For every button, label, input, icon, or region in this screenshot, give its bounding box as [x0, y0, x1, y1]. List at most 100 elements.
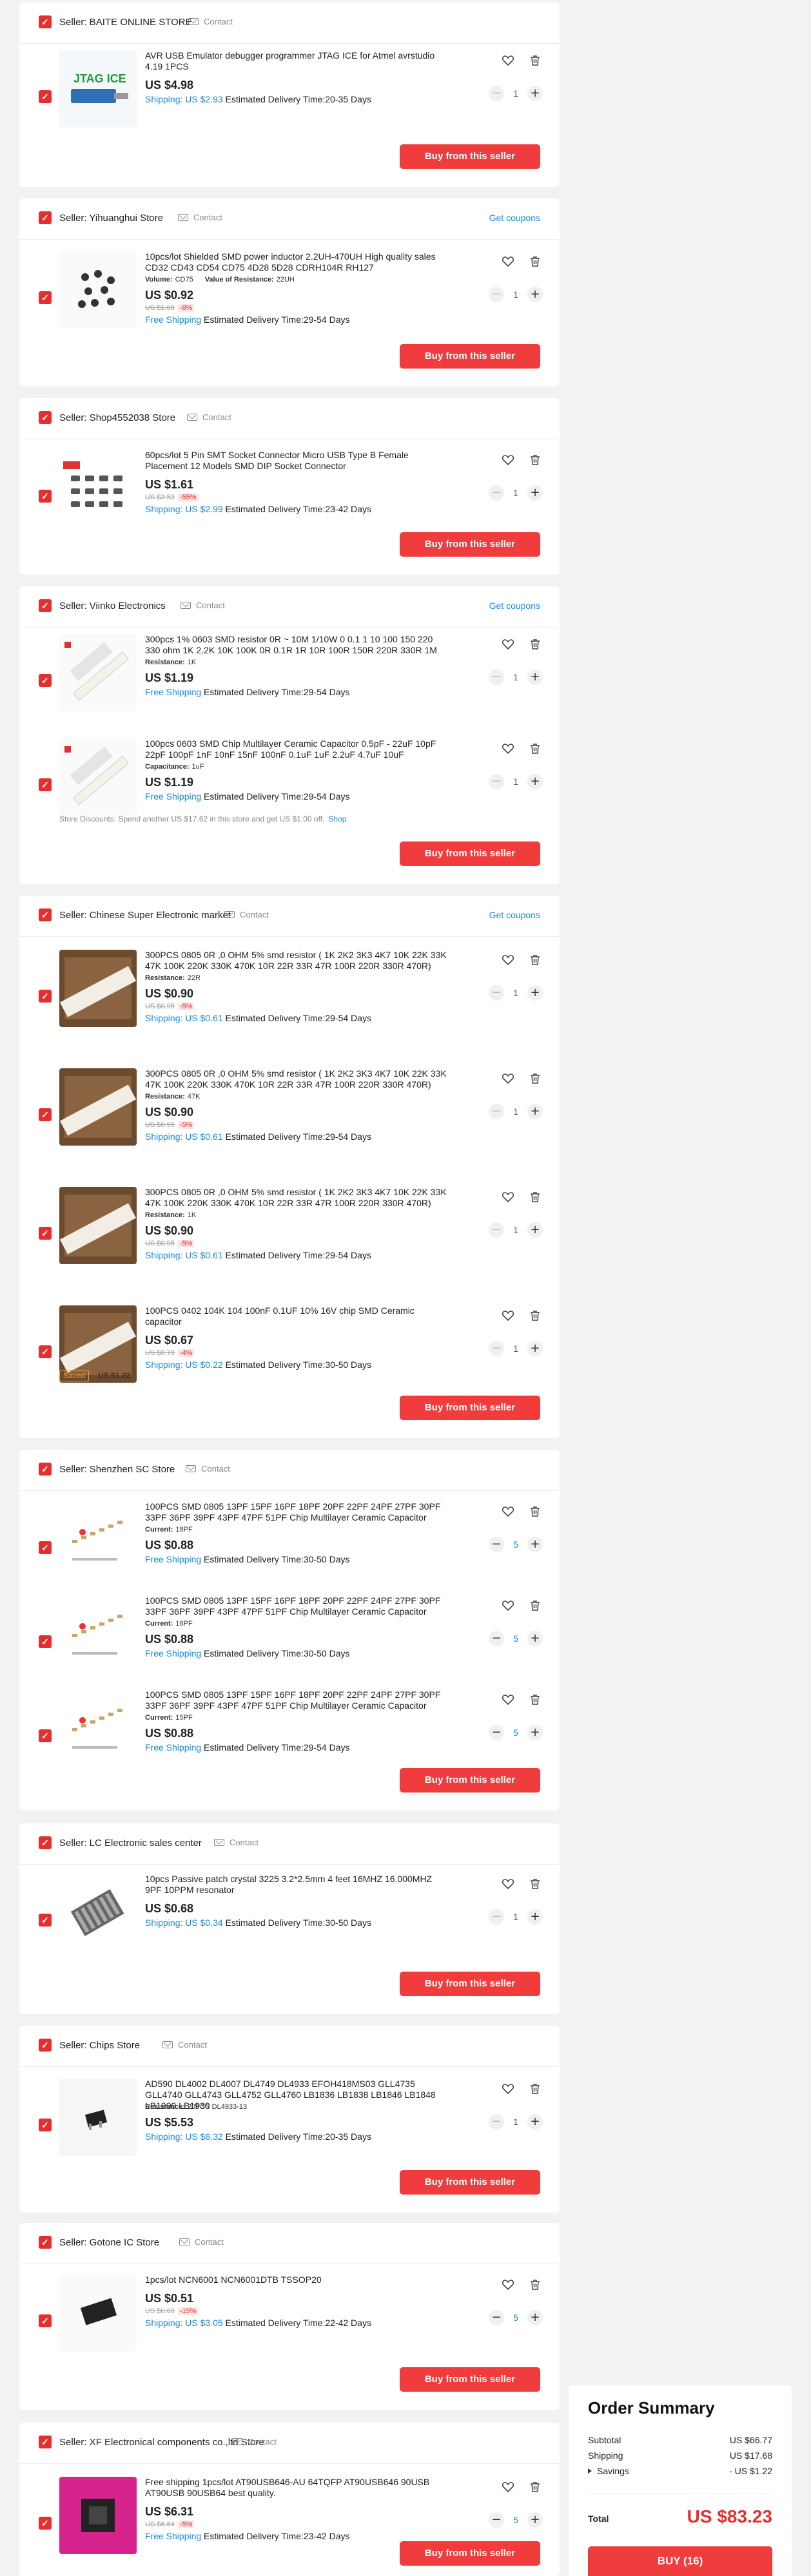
item-checkbox[interactable]: ✓ [39, 1635, 52, 1648]
quantity-value[interactable]: 1 [504, 289, 527, 300]
wishlist-heart-icon[interactable] [502, 2278, 514, 2291]
quantity-increase-button[interactable]: + [527, 2310, 543, 2325]
item-checkbox[interactable]: ✓ [39, 1914, 52, 1927]
product-image[interactable] [59, 1187, 137, 1264]
delete-trash-icon[interactable] [529, 1191, 542, 1204]
seller-name[interactable]: Seller: Shenzhen SC Store [59, 1464, 175, 1475]
seller-checkbox[interactable]: ✓ [39, 1836, 52, 1849]
buy-all-button[interactable]: BUY (16) [588, 2546, 772, 2576]
wishlist-heart-icon[interactable] [502, 255, 514, 268]
wishlist-heart-icon[interactable] [502, 1191, 514, 1204]
wishlist-heart-icon[interactable] [502, 1878, 514, 1890]
expand-triangle-icon[interactable] [588, 2468, 592, 2474]
contact-button[interactable]: Contact [187, 412, 231, 422]
item-checkbox[interactable]: ✓ [39, 1541, 52, 1554]
delete-trash-icon[interactable] [529, 1878, 542, 1890]
seller-checkbox[interactable]: ✓ [39, 2236, 52, 2249]
seller-checkbox[interactable]: ✓ [39, 1463, 52, 1475]
seller-name[interactable]: Seller: Chips Store [59, 2040, 140, 2051]
seller-name[interactable]: Seller: Chinese Super Electronic market [59, 910, 231, 921]
quantity-decrease-button[interactable]: − [489, 2512, 504, 2528]
product-image[interactable] [59, 1068, 137, 1146]
contact-button[interactable]: Contact [186, 1464, 230, 1474]
contact-button[interactable]: Contact [181, 601, 225, 610]
quantity-increase-button[interactable]: + [527, 774, 543, 789]
wishlist-heart-icon[interactable] [502, 1599, 514, 1612]
quantity-value[interactable]: 1 [504, 776, 527, 787]
delete-trash-icon[interactable] [529, 2481, 542, 2494]
product-title[interactable]: Free shipping 1pcs/lot AT90USB646-AU 64T… [145, 2477, 448, 2499]
contact-button[interactable]: Contact [179, 2237, 224, 2247]
quantity-increase-button[interactable]: + [527, 1631, 543, 1646]
delete-trash-icon[interactable] [529, 742, 542, 755]
quantity-decrease-button[interactable]: − [489, 2114, 504, 2129]
delete-trash-icon[interactable] [529, 1599, 542, 1612]
get-coupons-link[interactable]: Get coupons [489, 910, 540, 920]
product-image[interactable] [59, 2079, 137, 2156]
quantity-value[interactable]: 5 [504, 1633, 527, 1644]
quantity-value[interactable]: 1 [504, 988, 527, 998]
quantity-increase-button[interactable]: + [527, 485, 543, 501]
delete-trash-icon[interactable] [529, 54, 542, 67]
quantity-increase-button[interactable]: + [527, 1725, 543, 1740]
seller-checkbox[interactable]: ✓ [39, 2039, 52, 2052]
product-title[interactable]: 300PCS 0805 0R ,0 OHM 5% smd resistor ( … [145, 950, 448, 972]
quantity-decrease-button[interactable]: − [489, 485, 504, 501]
item-checkbox[interactable]: ✓ [39, 1227, 52, 1240]
quantity-increase-button[interactable]: + [527, 1104, 543, 1119]
product-title[interactable]: 1pcs/lot NCN6001 NCN6001DTB TSSOP20 [145, 2274, 448, 2285]
shop-link[interactable]: Shop [328, 814, 346, 823]
delete-trash-icon[interactable] [529, 1309, 542, 1322]
product-image[interactable] [59, 738, 137, 816]
quantity-value[interactable]: 5 [504, 2515, 527, 2525]
wishlist-heart-icon[interactable] [502, 638, 514, 651]
quantity-decrease-button[interactable]: − [489, 1104, 504, 1119]
quantity-value[interactable]: 5 [504, 2312, 527, 2323]
quantity-value[interactable]: 1 [504, 1343, 527, 1354]
quantity-value[interactable]: 5 [504, 1727, 527, 1738]
item-checkbox[interactable]: ✓ [39, 778, 52, 791]
product-title[interactable]: 100PCS SMD 0805 13PF 15PF 16PF 18PF 20PF… [145, 1689, 448, 1711]
wishlist-heart-icon[interactable] [502, 2481, 514, 2494]
seller-checkbox[interactable]: ✓ [39, 15, 52, 28]
buy-from-seller-button[interactable]: Buy from this seller [400, 2170, 540, 2195]
quantity-value[interactable]: 1 [504, 1912, 527, 1922]
quantity-decrease-button[interactable]: − [489, 669, 504, 685]
contact-button[interactable]: Contact [214, 1838, 259, 1847]
quantity-value[interactable]: 5 [504, 1539, 527, 1550]
product-title[interactable]: AVR USB Emulator debugger programmer JTA… [145, 50, 448, 72]
product-image[interactable]: JTAG ICE [59, 50, 137, 128]
delete-trash-icon[interactable] [529, 255, 542, 268]
item-checkbox[interactable]: ✓ [39, 1729, 52, 1742]
quantity-increase-button[interactable]: + [527, 2512, 543, 2528]
quantity-increase-button[interactable]: + [527, 1341, 543, 1356]
product-title[interactable]: 100pcs 0603 SMD Chip Multilayer Ceramic … [145, 738, 448, 760]
contact-button[interactable]: Contact [162, 2040, 207, 2050]
wishlist-heart-icon[interactable] [502, 1072, 514, 1085]
product-title[interactable]: 300PCS 0805 0R ,0 OHM 5% smd resistor ( … [145, 1068, 448, 1090]
wishlist-heart-icon[interactable] [502, 454, 514, 466]
buy-from-seller-button[interactable]: Buy from this seller [400, 1768, 540, 1793]
buy-from-seller-button[interactable]: Buy from this seller [400, 2367, 540, 2392]
quantity-increase-button[interactable]: + [527, 1909, 543, 1925]
quantity-decrease-button[interactable]: − [489, 86, 504, 101]
wishlist-heart-icon[interactable] [502, 1505, 514, 1518]
item-checkbox[interactable]: ✓ [39, 1345, 52, 1358]
quantity-increase-button[interactable]: + [527, 1222, 543, 1238]
product-title[interactable]: 100PCS SMD 0805 13PF 15PF 16PF 18PF 20PF… [145, 1595, 448, 1617]
delete-trash-icon[interactable] [529, 1072, 542, 1085]
product-image[interactable] [59, 450, 137, 527]
item-checkbox[interactable]: ✓ [39, 490, 52, 503]
product-title[interactable]: 100PCS SMD 0805 13PF 15PF 16PF 18PF 20PF… [145, 1501, 448, 1523]
quantity-decrease-button[interactable]: − [489, 1909, 504, 1925]
get-coupons-link[interactable]: Get coupons [489, 601, 540, 611]
item-checkbox[interactable]: ✓ [39, 291, 52, 304]
quantity-value[interactable]: 1 [504, 1106, 527, 1117]
quantity-increase-button[interactable]: + [527, 985, 543, 1001]
seller-name[interactable]: Seller: Viinko Electronics [59, 601, 166, 611]
delete-trash-icon[interactable] [529, 954, 542, 966]
item-checkbox[interactable]: ✓ [39, 674, 52, 687]
delete-trash-icon[interactable] [529, 1505, 542, 1518]
product-title[interactable]: 60pcs/lot 5 Pin SMT Socket Connector Mic… [145, 450, 448, 472]
delete-trash-icon[interactable] [529, 1693, 542, 1706]
